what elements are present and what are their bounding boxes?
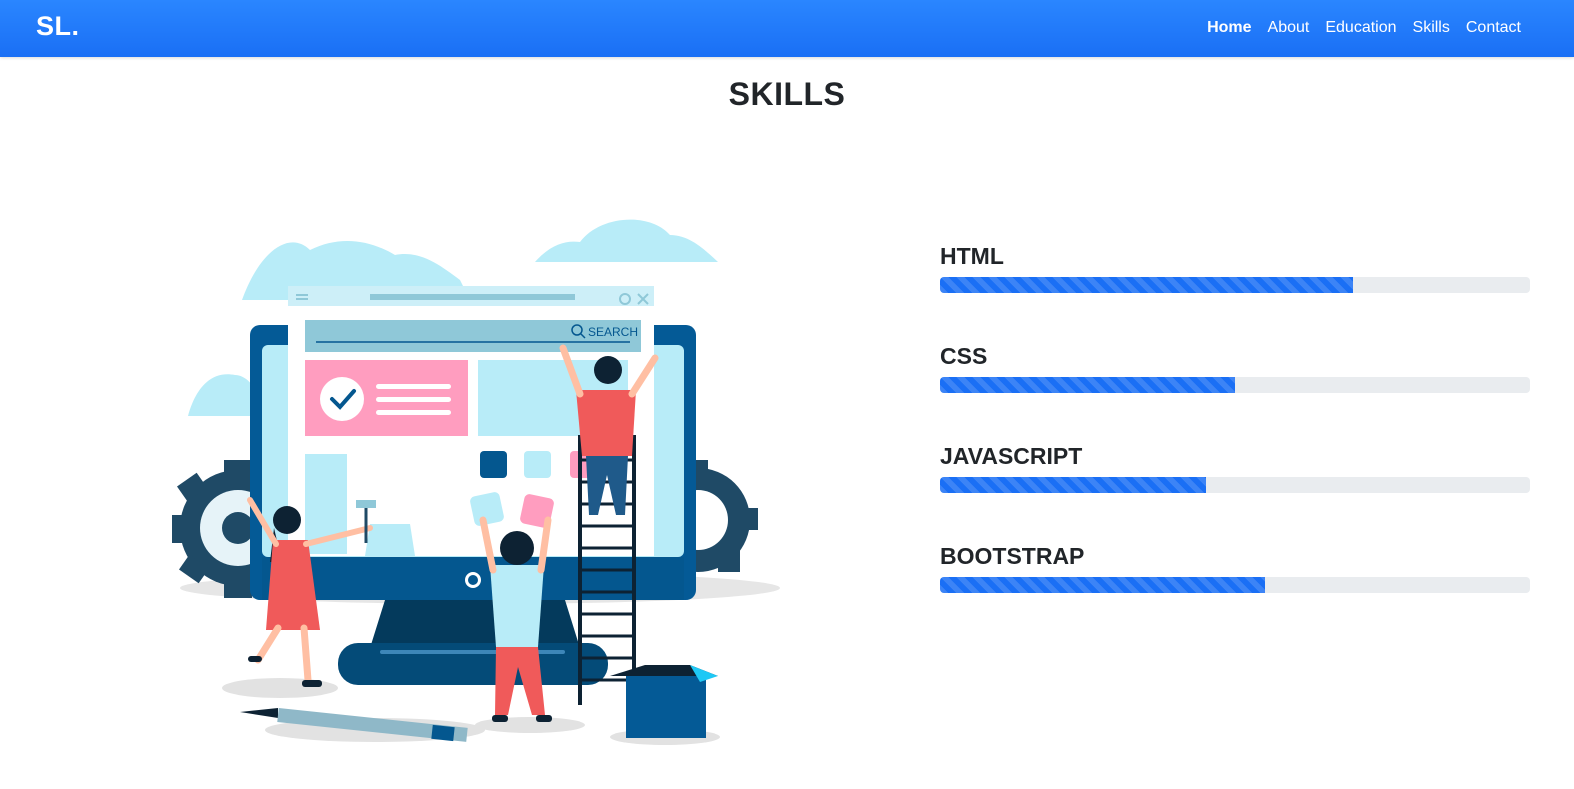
- skill-name: CSS: [940, 343, 988, 369]
- progress-bar: [940, 477, 1206, 493]
- skills-list: HTML CSS JAVASCRIPT BOOTSTRAP: [940, 240, 1530, 640]
- skills-illustration: SEARCH: [170, 210, 780, 750]
- skill-name: HTML: [940, 243, 1004, 269]
- search-label: SEARCH: [588, 325, 638, 339]
- skill-bootstrap: BOOTSTRAP: [940, 540, 1530, 640]
- progress-track: [940, 277, 1530, 293]
- progress-track: [940, 377, 1530, 393]
- nav-link-skills[interactable]: Skills: [1413, 19, 1450, 37]
- skill-css: CSS: [940, 340, 1530, 440]
- progress-bar: [940, 577, 1265, 593]
- brand-logo[interactable]: SL.: [36, 11, 80, 42]
- progress-track: [940, 477, 1530, 493]
- page-footer-space: [0, 748, 1574, 789]
- progress-bar: [940, 277, 1353, 293]
- section-title: SKILLS: [728, 76, 846, 112]
- nav-links: Home About Education Skills Contact: [1191, 19, 1521, 37]
- progress-bar: [940, 377, 1235, 393]
- skill-name: JAVASCRIPT: [940, 443, 1083, 469]
- nav-link-contact[interactable]: Contact: [1466, 19, 1521, 37]
- navbar: SL. Home About Education Skills Contact: [0, 0, 1574, 57]
- nav-link-about[interactable]: About: [1268, 19, 1310, 37]
- progress-track: [940, 577, 1530, 593]
- skill-html: HTML: [940, 240, 1530, 340]
- skill-javascript: JAVASCRIPT: [940, 440, 1530, 540]
- skill-name: BOOTSTRAP: [940, 543, 1085, 569]
- nav-link-home[interactable]: Home: [1207, 19, 1251, 37]
- nav-link-education[interactable]: Education: [1325, 19, 1396, 37]
